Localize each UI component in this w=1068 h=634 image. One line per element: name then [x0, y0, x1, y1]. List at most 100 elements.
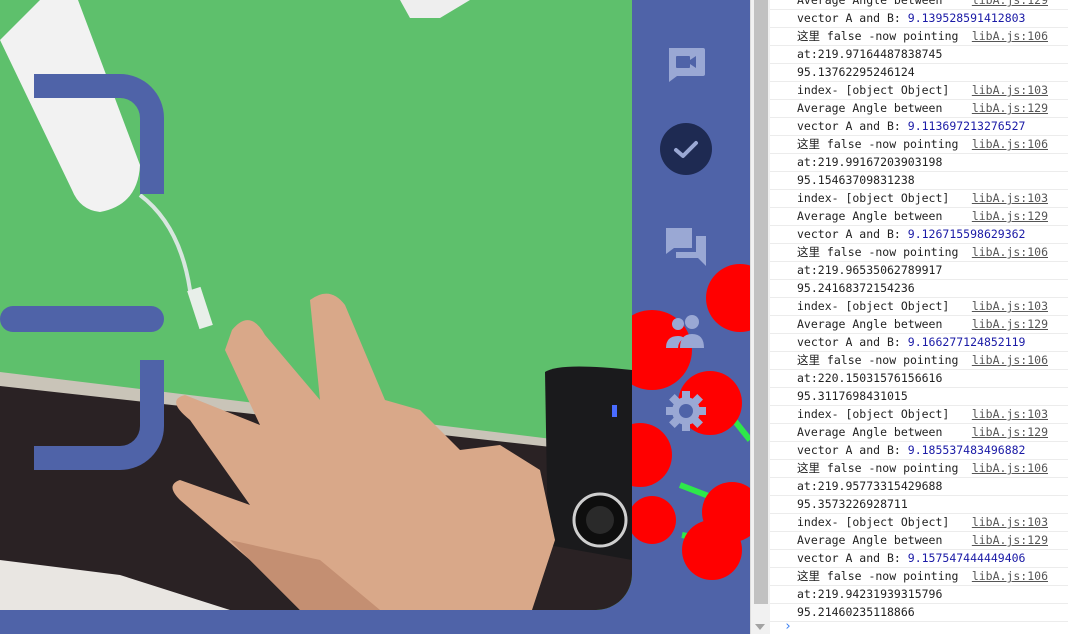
console-log-line: 这里 false -now pointing libA.js:106: [770, 352, 1068, 370]
frame-bracket-bottom: [34, 360, 164, 470]
console-log-line: vector A and B: 9.166277124852119: [770, 334, 1068, 352]
console-log-text: Average Angle between: [797, 101, 943, 115]
console-log-text: at:219.96535062789917: [797, 263, 943, 277]
people-icon[interactable]: [660, 304, 712, 356]
console-source-link[interactable]: libA.js:106: [967, 461, 1048, 476]
console-log-text: 这里 false -now pointing: [797, 353, 959, 367]
console-source-link[interactable]: libA.js:103: [967, 407, 1048, 422]
check-icon[interactable]: [660, 123, 712, 175]
console-source-link[interactable]: libA.js:103: [967, 83, 1048, 98]
app-scrollbar[interactable]: [750, 0, 770, 634]
console-source-link[interactable]: libA.js:129: [967, 101, 1048, 116]
console-source-link[interactable]: libA.js:129: [967, 425, 1048, 440]
console-log-line: Average Angle between libA.js:129: [770, 0, 1068, 10]
console-log-line: index- [object Object] libA.js:103: [770, 82, 1068, 100]
console-log-line: vector A and B: 9.139528591412803: [770, 10, 1068, 28]
console-log-line: at:219.94231939315796: [770, 586, 1068, 604]
video-chat-icon[interactable]: [660, 38, 712, 90]
console-log-number: 9.166277124852119: [907, 335, 1026, 349]
console-log-text: Average Angle between: [797, 425, 943, 439]
console-log-line: 这里 false -now pointing libA.js:106: [770, 460, 1068, 478]
console-log-text: Average Angle between: [797, 317, 943, 331]
console-source-link[interactable]: libA.js:106: [967, 245, 1048, 260]
console-log-line: 95.15463709831238: [770, 172, 1068, 190]
console-log-text: 95.24168372154236: [797, 281, 915, 295]
console-log-line: 95.24168372154236: [770, 280, 1068, 298]
console-log-text: vector A and B:: [797, 335, 908, 349]
console-log-line: 这里 false -now pointing libA.js:106: [770, 244, 1068, 262]
console-log-text: at:219.97164487838745: [797, 47, 943, 61]
console-log-text: vector A and B:: [797, 551, 908, 565]
console-source-link[interactable]: libA.js:103: [967, 191, 1048, 206]
console-source-link[interactable]: libA.js:129: [967, 317, 1048, 332]
console-log-text: 这里 false -now pointing: [797, 461, 959, 475]
console-log-list: Average Angle between libA.js:129 vector A…: [770, 0, 1068, 622]
console-log-line: Average Angle between libA.js:129: [770, 532, 1068, 550]
console-source-link[interactable]: libA.js:129: [967, 0, 1048, 8]
console-log-line: Average Angle between libA.js:129: [770, 424, 1068, 442]
settings-icon[interactable]: [660, 385, 712, 437]
console-log-line: Average Angle between libA.js:129: [770, 100, 1068, 118]
console-log-line: vector A and B: 9.157547444449406: [770, 550, 1068, 568]
console-log-text: index- [object Object]: [797, 191, 950, 205]
console-source-link[interactable]: libA.js:106: [967, 137, 1048, 152]
console-log-line: 这里 false -now pointing libA.js:106: [770, 568, 1068, 586]
camera-feed: [0, 0, 632, 610]
console-log-line: 这里 false -now pointing libA.js:106: [770, 28, 1068, 46]
console-log-number: 9.113697213276527: [907, 119, 1026, 133]
console-log-text: Average Angle between: [797, 533, 943, 547]
console-log-text: 95.3573226928711: [797, 497, 908, 511]
console-log-line: Average Angle between libA.js:129: [770, 316, 1068, 334]
console-log-text: 95.15463709831238: [797, 173, 915, 187]
forum-icon[interactable]: [660, 220, 712, 272]
console-source-link[interactable]: libA.js:106: [967, 353, 1048, 368]
console-source-link[interactable]: libA.js:106: [967, 29, 1048, 44]
scrollbar-thumb[interactable]: [754, 0, 768, 604]
console-log-text: index- [object Object]: [797, 515, 950, 529]
console-log-line: index- [object Object] libA.js:103: [770, 190, 1068, 208]
console-log-text: vector A and B:: [797, 227, 908, 241]
console-log-text: index- [object Object]: [797, 83, 950, 97]
console-source-link[interactable]: libA.js:129: [967, 209, 1048, 224]
console-log-number: 9.185537483496882: [907, 443, 1026, 457]
console-log-line: 95.3573226928711: [770, 496, 1068, 514]
console-log-text: 这里 false -now pointing: [797, 245, 959, 259]
console-log-text: at:219.99167203903198: [797, 155, 943, 169]
console-log-text: index- [object Object]: [797, 299, 950, 313]
console-log-text: 这里 false -now pointing: [797, 137, 959, 151]
console-log-text: 这里 false -now pointing: [797, 569, 959, 583]
console-log-text: 这里 false -now pointing: [797, 29, 959, 43]
console-source-link[interactable]: libA.js:129: [967, 533, 1048, 548]
console-log-number: 9.126715598629362: [907, 227, 1026, 241]
console-source-link[interactable]: libA.js:103: [967, 299, 1048, 314]
console-log-text: 95.13762295246124: [797, 65, 915, 79]
console-log-line: at:220.15031576156616: [770, 370, 1068, 388]
console-log-line: vector A and B: 9.113697213276527: [770, 118, 1068, 136]
console-log-line: at:219.96535062789917: [770, 262, 1068, 280]
console-log-text: vector A and B:: [797, 443, 908, 457]
console-log-line: vector A and B: 9.185537483496882: [770, 442, 1068, 460]
console-log-line: 95.21460235118866: [770, 604, 1068, 622]
console-log-text: 95.3117698431015: [797, 389, 908, 403]
console-log-line: index- [object Object] libA.js:103: [770, 514, 1068, 532]
console-log-line: vector A and B: 9.126715598629362: [770, 226, 1068, 244]
console-source-link[interactable]: libA.js:103: [967, 515, 1048, 530]
console-log-text: Average Angle between: [797, 0, 943, 7]
console-log-number: 9.157547444449406: [907, 551, 1026, 565]
console-log-text: 95.21460235118866: [797, 605, 915, 619]
console-log-text: at:220.15031576156616: [797, 371, 943, 385]
devtools-console: Average Angle between libA.js:129 vector A…: [770, 0, 1068, 634]
console-log-text: vector A and B:: [797, 11, 908, 25]
video-app-pane: [0, 0, 750, 634]
console-source-link[interactable]: libA.js:106: [967, 569, 1048, 584]
console-log-text: at:219.94231939315796: [797, 587, 943, 601]
console-prompt[interactable]: ›: [784, 619, 792, 634]
console-log-line: index- [object Object] libA.js:103: [770, 406, 1068, 424]
frame-bracket-top: [34, 74, 164, 194]
console-log-line: at:219.99167203903198: [770, 154, 1068, 172]
console-log-line: at:219.95773315429688: [770, 478, 1068, 496]
scroll-down-arrow-icon[interactable]: [755, 624, 765, 630]
console-log-line: 这里 false -now pointing libA.js:106: [770, 136, 1068, 154]
console-log-text: at:219.95773315429688: [797, 479, 943, 493]
console-log-line: 95.13762295246124: [770, 64, 1068, 82]
